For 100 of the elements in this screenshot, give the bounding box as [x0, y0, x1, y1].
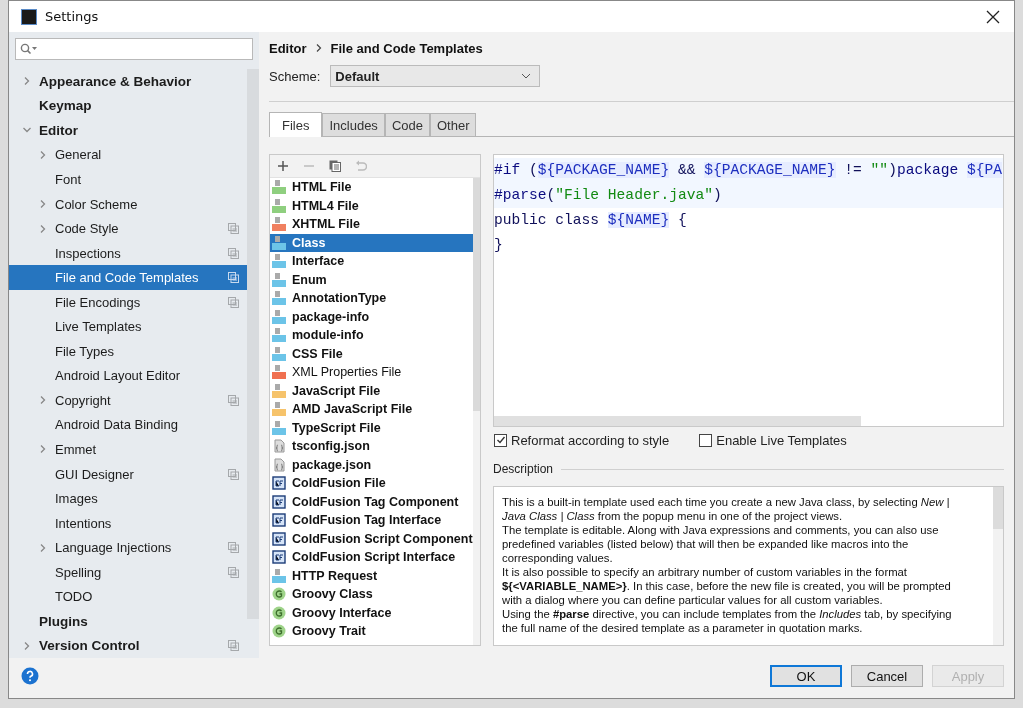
tree-item[interactable]: Appearance & Behavior	[9, 69, 247, 94]
groovy-file-icon	[272, 624, 286, 639]
template-item[interactable]: AMD JavaScript File	[270, 400, 473, 419]
tree-item[interactable]: Font	[9, 167, 247, 192]
template-item[interactable]: JavaScript File	[270, 381, 473, 400]
tree-item[interactable]: Copyright	[9, 388, 247, 413]
cf-file-icon	[272, 550, 286, 565]
file-type-icon	[272, 328, 286, 343]
cf-file-icon	[272, 494, 286, 509]
code-editor[interactable]: #if (${PACKAGE_NAME} && ${PACKAGE_NAME} != "")package ${PA #parse("File Header.java") public class ${NAME} { }	[493, 154, 1004, 427]
template-item[interactable]: HTTP Request	[270, 566, 473, 585]
template-item[interactable]: CSS File	[270, 344, 473, 363]
search-field[interactable]	[15, 38, 253, 60]
file-type-icon	[272, 180, 286, 195]
project-settings-icon	[228, 296, 239, 308]
tree-item[interactable]: Code Style	[9, 216, 247, 241]
file-type-icon	[272, 346, 286, 361]
template-item[interactable]: ColdFusion Script Component	[270, 529, 473, 548]
tree-item[interactable]: Android Layout Editor	[9, 363, 247, 389]
description-text: Using the #parse directive, you can include templates from the Includes tab, by specifying the full name of the desired template as a parameter in quotation marks.	[502, 607, 953, 635]
scrollbar-thumb[interactable]	[472, 178, 480, 411]
groovy-file-icon	[272, 587, 286, 602]
tab[interactable]: Includes	[322, 113, 385, 136]
dialog-button[interactable]: Cancel	[851, 665, 923, 687]
search-icon	[20, 43, 38, 55]
file-type-icon	[272, 235, 286, 250]
tree-item[interactable]: TODO	[9, 584, 247, 610]
tab[interactable]: Code	[384, 113, 430, 136]
tree-item[interactable]: File Types	[9, 339, 247, 364]
tree-item[interactable]: Live Templates	[9, 314, 247, 339]
tree-item[interactable]: Intentions	[9, 510, 247, 536]
template-item[interactable]: XHTML File	[270, 215, 473, 234]
template-item[interactable]: package-info	[270, 307, 473, 326]
file-type-icon	[272, 198, 286, 213]
template-item[interactable]: Interface	[270, 252, 473, 271]
description-text: It is also possible to specify an arbitrary number of custom variables in the format ${<VARIABLE_NAME>}. In this case, before the new file is created, you will be prompted with a dialog where you can define particular values for all custom variables.	[502, 565, 952, 607]
tree-item[interactable]: File Encodings	[9, 289, 247, 315]
close-icon[interactable]	[986, 9, 1000, 24]
file-type-icon	[272, 568, 286, 583]
file-type-icon	[272, 254, 286, 269]
breadcrumb-separator-icon	[315, 44, 322, 52]
file-type-icon	[272, 309, 286, 324]
scheme-dropdown[interactable]: Default	[330, 65, 541, 87]
checkbox[interactable]: Enable Live Templates	[699, 432, 847, 448]
project-settings-icon	[228, 272, 239, 284]
window-title: Settings	[45, 9, 100, 24]
template-item[interactable]: Groovy Class	[270, 585, 473, 604]
app-logo-icon	[21, 8, 37, 25]
scheme-label: Scheme:	[269, 68, 321, 84]
tree-item[interactable]: Plugins	[9, 609, 247, 634]
tree-item[interactable]: Version Control	[9, 633, 247, 659]
scrollbar-thumb[interactable]	[494, 416, 861, 426]
tree-item[interactable]: Inspections	[9, 240, 247, 266]
tree-item[interactable]: Editor	[9, 118, 247, 143]
template-item[interactable]: XML Properties File	[270, 363, 473, 382]
checkmark-icon	[495, 435, 506, 445]
template-item[interactable]: ColdFusion Tag Component	[270, 492, 473, 511]
project-settings-icon	[228, 468, 239, 480]
tree-item[interactable]: General	[9, 142, 247, 168]
tab[interactable]: Files	[269, 112, 323, 137]
add-icon[interactable]	[277, 160, 289, 172]
scrollbar-thumb[interactable]	[993, 487, 1003, 529]
project-settings-icon	[228, 247, 239, 259]
tree-item[interactable]: Android Data Binding	[9, 412, 247, 438]
template-item[interactable]: AnnotationType	[270, 289, 473, 308]
tree-item[interactable]: Language Injections	[9, 535, 247, 560]
template-item[interactable]: HTML File	[270, 178, 473, 197]
file-type-icon	[272, 420, 286, 435]
template-item[interactable]: ColdFusion File	[270, 474, 473, 493]
tree-item[interactable]: Emmet	[9, 437, 247, 462]
tree-item[interactable]: GUI Designer	[9, 461, 247, 487]
cf-file-icon	[272, 513, 286, 528]
copy-icon[interactable]	[329, 160, 341, 172]
template-item[interactable]: package.json	[270, 455, 473, 474]
project-settings-icon	[228, 394, 239, 406]
code-line: public class ${NAME} {	[494, 211, 688, 230]
checkbox[interactable]: Reformat according to style	[494, 432, 670, 448]
caret-icon	[521, 73, 532, 79]
tree-item[interactable]: Keymap	[9, 93, 247, 119]
template-item[interactable]: Groovy Interface	[270, 603, 473, 622]
scrollbar-thumb[interactable]	[247, 69, 259, 619]
template-item[interactable]: ColdFusion Tag Interface	[270, 511, 473, 530]
help-icon[interactable]	[21, 667, 39, 685]
template-item[interactable]: Class	[270, 233, 473, 252]
template-item[interactable]: ColdFusion Script Interface	[270, 548, 473, 567]
template-item[interactable]: Enum	[270, 270, 473, 289]
template-item[interactable]: Groovy Trait	[270, 622, 473, 641]
template-item[interactable]: HTML4 File	[270, 196, 473, 215]
tree-item[interactable]: Color Scheme	[9, 191, 247, 217]
project-settings-icon	[228, 542, 239, 554]
tab[interactable]: Other	[429, 113, 477, 136]
template-item[interactable]: module-info	[270, 326, 473, 345]
dialog-button[interactable]: OK	[770, 665, 842, 687]
template-item[interactable]: tsconfig.json	[270, 437, 473, 456]
tree-item[interactable]: Spelling	[9, 559, 247, 585]
tree-item[interactable]: Images	[9, 486, 247, 511]
description-text: The template is editable. Along with Java expressions and comments, you can also use predefined variables (listed below) that will then be expanded like macros into the corresponding values.	[502, 523, 940, 565]
undo-icon[interactable]	[355, 160, 367, 172]
template-item[interactable]: TypeScript File	[270, 418, 473, 437]
tree-item[interactable]: File and Code Templates	[9, 265, 247, 290]
